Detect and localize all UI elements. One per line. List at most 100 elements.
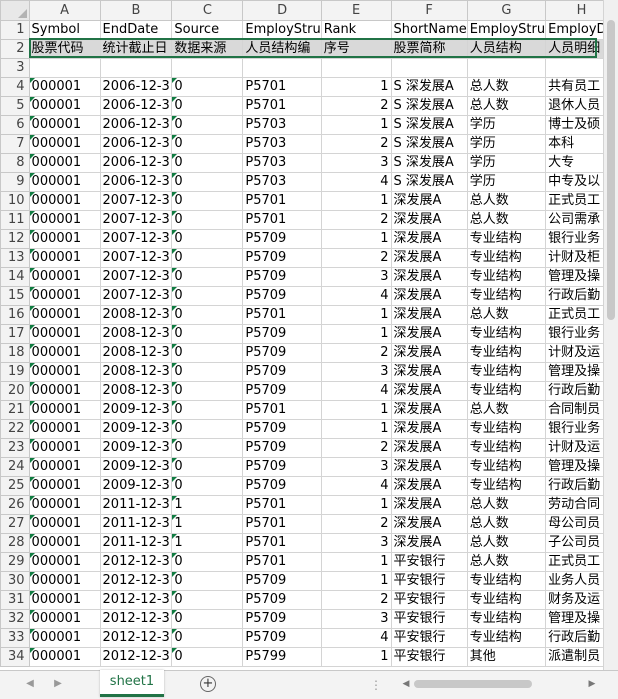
horizontal-scroll-thumb[interactable] [414,680,532,688]
cell-g[interactable]: 其他 [466,647,547,667]
cell-a[interactable]: 000001 [28,647,101,667]
cell-a[interactable]: 000001 [28,210,101,230]
cell-f[interactable]: 深发展A [390,400,468,420]
cell-c[interactable]: 0 [171,343,244,363]
spreadsheet-grid[interactable]: A B C D E F G H 1 Symbol EndDate Source … [0,0,618,670]
cell-g[interactable]: 总人数 [466,552,547,572]
cell-f[interactable]: 平安银行 [390,571,468,591]
cell-e[interactable]: 4 [320,172,392,192]
cell-g[interactable]: 专业结构 [466,590,547,610]
cell-f[interactable]: 深发展A [390,267,468,287]
cell-a[interactable]: 000001 [28,381,101,401]
cell-c[interactable]: 0 [171,457,244,477]
cell-a[interactable]: 000001 [28,267,101,287]
cell[interactable] [390,58,468,78]
prev-sheet-icon[interactable]: ◀ [22,676,38,692]
row-header[interactable]: 18 [0,343,30,363]
cell-f[interactable]: 深发展A [390,210,468,230]
cell[interactable]: 人员结构 [466,39,547,59]
column-header-f[interactable]: F [390,0,468,21]
cell-e[interactable]: 1 [320,400,392,420]
row-header[interactable]: 19 [0,362,30,382]
horizontal-scrollbar[interactable]: ◀ ▶ [400,677,598,691]
cell-e[interactable]: 1 [320,115,392,135]
cell-g[interactable]: 专业结构 [466,628,547,648]
cell-g[interactable]: 总人数 [466,514,547,534]
row-header[interactable]: 22 [0,419,30,439]
row-header[interactable]: 23 [0,438,30,458]
column-header-g[interactable]: G [466,0,547,21]
cell[interactable] [466,58,547,78]
cell[interactable] [171,58,244,78]
cell-b[interactable]: 2006-12-3 [99,134,173,154]
cell-c[interactable]: 0 [171,172,244,192]
cell-b[interactable]: 2009-12-3 [99,476,173,496]
row-header[interactable]: 1 [0,20,30,40]
cell-f[interactable]: 深发展A [390,381,468,401]
cell-d[interactable]: P5709 [242,457,322,477]
cell-c[interactable]: 1 [171,514,244,534]
cell[interactable]: Source [171,20,244,40]
cell[interactable] [99,58,173,78]
cell[interactable]: 人员结构编 [242,39,322,59]
cell-c[interactable]: 0 [171,419,244,439]
row-header[interactable]: 27 [0,514,30,534]
cell-d[interactable]: P5709 [242,267,322,287]
cell-d[interactable]: P5709 [242,590,322,610]
cell-d[interactable]: P5701 [242,533,322,553]
cell-c[interactable]: 0 [171,305,244,325]
cell-c[interactable]: 0 [171,191,244,211]
cell-g[interactable]: 专业结构 [466,381,547,401]
cell-f[interactable]: 平安银行 [390,628,468,648]
cell-b[interactable]: 2007-12-3 [99,210,173,230]
cell-d[interactable]: P5701 [242,191,322,211]
cell-a[interactable]: 000001 [28,324,101,344]
cell-a[interactable]: 000001 [28,286,101,306]
cell-a[interactable]: 000001 [28,590,101,610]
cell-c[interactable]: 0 [171,552,244,572]
cell-c[interactable]: 0 [171,210,244,230]
cell-e[interactable]: 3 [320,533,392,553]
cell-a[interactable]: 000001 [28,343,101,363]
cell-g[interactable]: 总人数 [466,400,547,420]
scroll-left-icon[interactable]: ◀ [400,677,412,691]
cell-e[interactable]: 1 [320,229,392,249]
cell-g[interactable]: 专业结构 [466,248,547,268]
row-header[interactable]: 21 [0,400,30,420]
cell-e[interactable]: 3 [320,457,392,477]
cell-e[interactable]: 2 [320,590,392,610]
cell-c[interactable]: 0 [171,628,244,648]
cell-f[interactable]: 深发展A [390,191,468,211]
row-header[interactable]: 3 [0,58,30,78]
cell-c[interactable]: 0 [171,609,244,629]
cell[interactable]: EmployStru [466,20,547,40]
cell-g[interactable]: 专业结构 [466,362,547,382]
cell-f[interactable]: 深发展A [390,533,468,553]
cell-c[interactable]: 0 [171,115,244,135]
cell-e[interactable]: 2 [320,210,392,230]
cell-b[interactable]: 2011-12-3 [99,533,173,553]
cell-b[interactable]: 2006-12-3 [99,77,173,97]
cell-b[interactable]: 2011-12-3 [99,495,173,515]
cell-b[interactable]: 2009-12-3 [99,419,173,439]
cell-d[interactable]: P5701 [242,77,322,97]
cell-e[interactable]: 2 [320,248,392,268]
cell-e[interactable]: 3 [320,267,392,287]
cell-g[interactable]: 总人数 [466,495,547,515]
cell-e[interactable]: 2 [320,343,392,363]
cell-c[interactable]: 0 [171,153,244,173]
cell-e[interactable]: 1 [320,552,392,572]
cell-d[interactable]: P5703 [242,134,322,154]
cell-c[interactable]: 0 [171,400,244,420]
cell-c[interactable]: 0 [171,571,244,591]
cell-a[interactable]: 000001 [28,533,101,553]
cell-b[interactable]: 2012-12-3 [99,609,173,629]
row-header[interactable]: 15 [0,286,30,306]
cell-a[interactable]: 000001 [28,552,101,572]
cell-g[interactable]: 总人数 [466,96,547,116]
cell-f[interactable]: S 深发展A [390,115,468,135]
cell-g[interactable]: 专业结构 [466,229,547,249]
cell-f[interactable]: 深发展A [390,286,468,306]
cell-e[interactable]: 1 [320,77,392,97]
cell-f[interactable]: 平安银行 [390,647,468,667]
